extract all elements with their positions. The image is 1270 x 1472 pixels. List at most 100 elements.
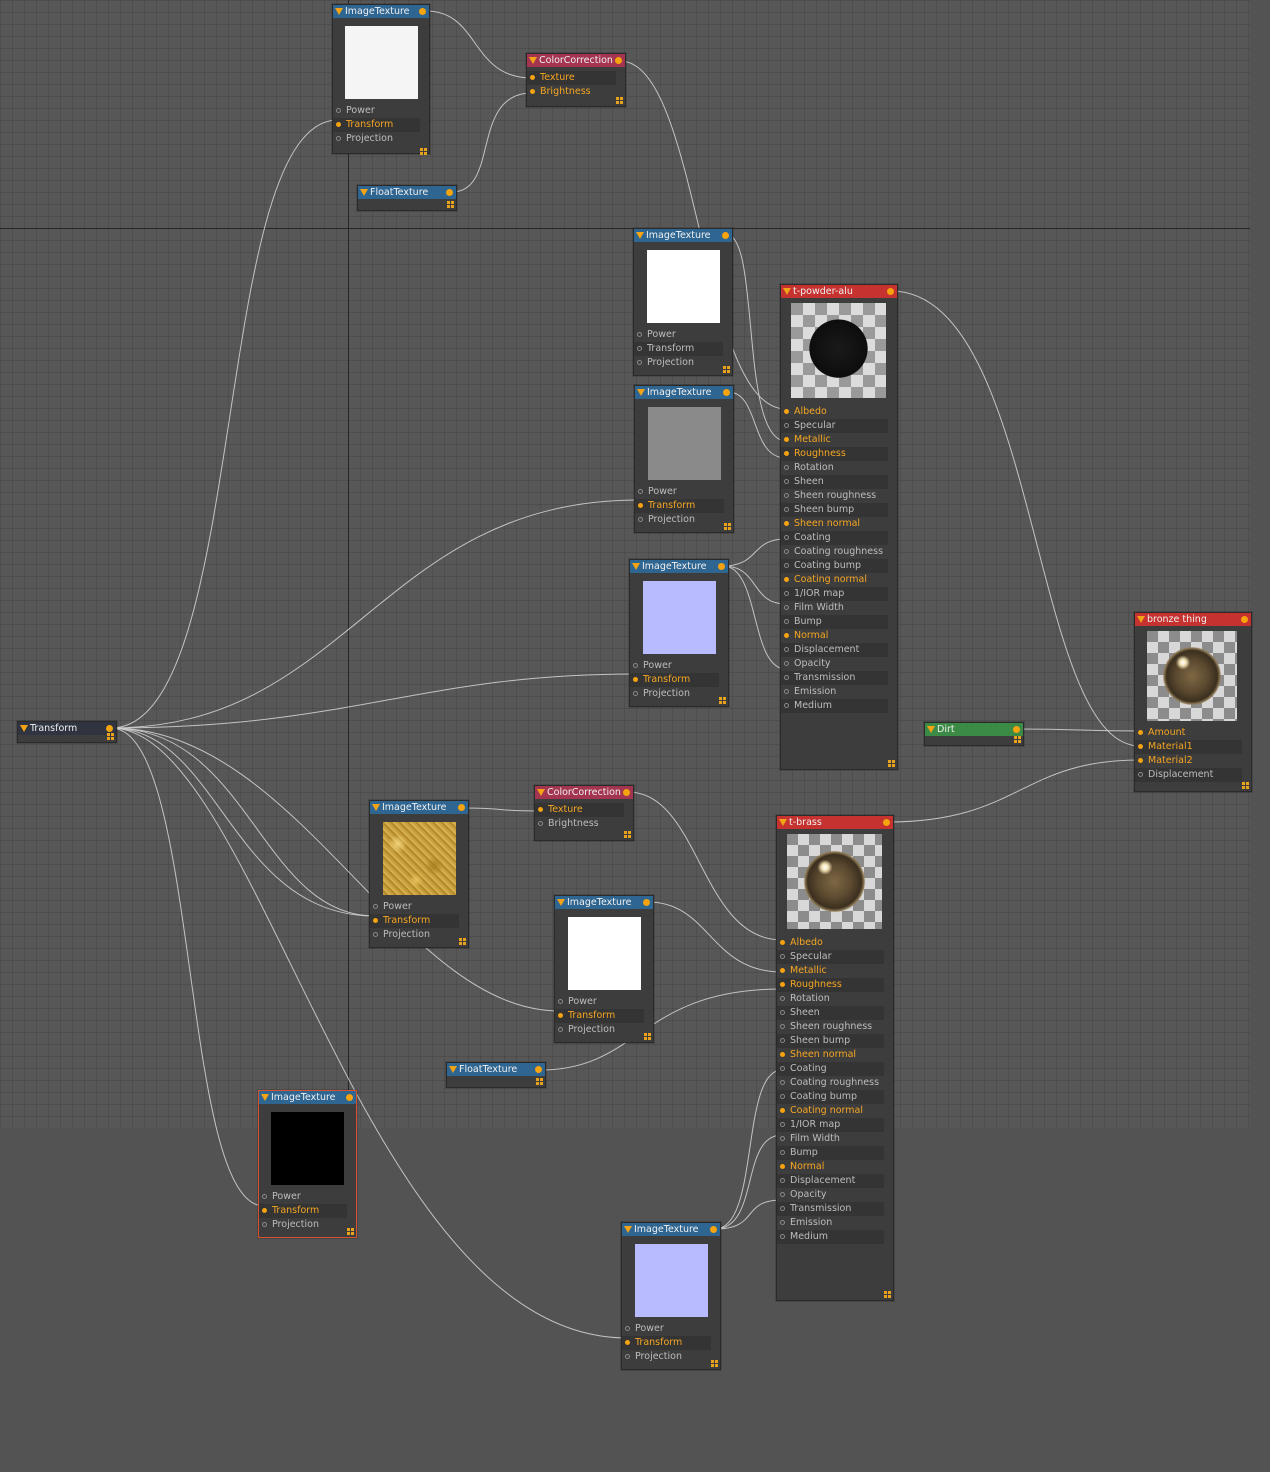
resize-grip-icon[interactable]: [107, 733, 114, 740]
input-pin-icon[interactable]: [784, 577, 789, 582]
input-pin-icon[interactable]: [633, 691, 638, 696]
input-pin-icon[interactable]: [784, 619, 789, 624]
input-displacement[interactable]: Displacement: [777, 1174, 884, 1188]
input-pin-icon[interactable]: [780, 1150, 785, 1155]
input-sheen-roughness[interactable]: Sheen roughness: [777, 1020, 884, 1034]
collapse-triangle-icon[interactable]: [360, 189, 368, 196]
input-pin-icon[interactable]: [780, 1122, 785, 1127]
input-coating-bump[interactable]: Coating bump: [777, 1090, 884, 1104]
input-coating-roughness[interactable]: Coating roughness: [781, 545, 888, 559]
input-pin-icon[interactable]: [373, 932, 378, 937]
input-emission[interactable]: Emission: [781, 685, 888, 699]
input-brightness[interactable]: Brightness: [535, 817, 624, 831]
input-sheen-bump[interactable]: Sheen bump: [781, 503, 888, 517]
input-ior-map[interactable]: 1/IOR map: [781, 587, 888, 601]
collapse-triangle-icon[interactable]: [632, 563, 640, 570]
input-specular[interactable]: Specular: [777, 950, 884, 964]
input-transform[interactable]: Transform: [259, 1204, 347, 1218]
input-pin-icon[interactable]: [625, 1326, 630, 1331]
input-pin-icon[interactable]: [1138, 772, 1143, 777]
collapse-triangle-icon[interactable]: [927, 726, 935, 733]
input-pin-icon[interactable]: [558, 999, 563, 1004]
output-pin[interactable]: [718, 563, 725, 570]
collapse-triangle-icon[interactable]: [261, 1094, 269, 1101]
input-pin-icon[interactable]: [373, 904, 378, 909]
output-pin[interactable]: [535, 1066, 542, 1073]
output-pin[interactable]: [883, 819, 890, 826]
output-pin[interactable]: [615, 57, 622, 64]
input-projection[interactable]: Projection: [635, 513, 724, 527]
input-pin-icon[interactable]: [538, 807, 543, 812]
input-pin-icon[interactable]: [784, 549, 789, 554]
input-transmission[interactable]: Transmission: [777, 1202, 884, 1216]
input-pin-icon[interactable]: [637, 346, 642, 351]
node-color-correction-top[interactable]: ColorCorrection Texture Brightness: [526, 53, 626, 107]
input-ior-map[interactable]: 1/IOR map: [777, 1118, 884, 1132]
node-header[interactable]: ImageTexture: [333, 5, 429, 18]
node-image-texture-normal-lower[interactable]: ImageTexture Power Transform Projection: [621, 1222, 721, 1370]
node-header[interactable]: t-powder-alu: [781, 285, 897, 298]
output-pin[interactable]: [458, 804, 465, 811]
collapse-triangle-icon[interactable]: [624, 1226, 632, 1233]
node-header[interactable]: ImageTexture: [635, 386, 733, 399]
input-pin-icon[interactable]: [336, 136, 341, 141]
collapse-triangle-icon[interactable]: [557, 899, 565, 906]
input-material2[interactable]: Material2: [1135, 754, 1242, 768]
input-displacement[interactable]: Displacement: [1135, 768, 1242, 782]
input-pin-icon[interactable]: [262, 1194, 267, 1199]
resize-grip-icon[interactable]: [447, 201, 454, 208]
input-pin-icon[interactable]: [784, 647, 789, 652]
resize-grip-icon[interactable]: [420, 148, 427, 155]
resize-grip-icon[interactable]: [347, 1228, 354, 1235]
input-texture[interactable]: Texture: [535, 803, 624, 817]
input-pin-icon[interactable]: [784, 563, 789, 568]
input-sheen-normal[interactable]: Sheen normal: [781, 517, 888, 531]
node-image-texture-normal-upper[interactable]: ImageTexture Power Transform Projection: [629, 559, 729, 707]
input-coating-bump[interactable]: Coating bump: [781, 559, 888, 573]
input-pin-icon[interactable]: [784, 521, 789, 526]
input-coating-roughness[interactable]: Coating roughness: [777, 1076, 884, 1090]
input-pin-icon[interactable]: [336, 108, 341, 113]
collapse-triangle-icon[interactable]: [335, 8, 343, 15]
input-pin-icon[interactable]: [780, 1136, 785, 1141]
input-projection[interactable]: Projection: [333, 132, 420, 146]
output-pin[interactable]: [419, 8, 426, 15]
node-image-texture-white[interactable]: ImageTexture Power Transform Projection: [633, 228, 733, 376]
input-projection[interactable]: Projection: [259, 1218, 347, 1232]
input-pin-icon[interactable]: [336, 122, 341, 127]
input-pin-icon[interactable]: [1138, 744, 1143, 749]
node-material-brass[interactable]: t-brass Albedo Specular Metallic Roughne…: [776, 815, 894, 1301]
input-pin-icon[interactable]: [638, 489, 643, 494]
input-projection[interactable]: Projection: [630, 687, 719, 701]
input-pin-icon[interactable]: [784, 479, 789, 484]
input-power[interactable]: Power: [370, 900, 459, 914]
input-film-width[interactable]: Film Width: [777, 1132, 884, 1146]
input-projection[interactable]: Projection: [555, 1023, 644, 1037]
input-emission[interactable]: Emission: [777, 1216, 884, 1230]
input-film-width[interactable]: Film Width: [781, 601, 888, 615]
input-pin-icon[interactable]: [780, 1024, 785, 1029]
resize-grip-icon[interactable]: [1014, 736, 1021, 743]
input-pin-icon[interactable]: [1138, 730, 1143, 735]
input-pin-icon[interactable]: [784, 507, 789, 512]
node-image-texture-sand[interactable]: ImageTexture Power Transform Projection: [369, 800, 469, 948]
node-header[interactable]: Dirt: [925, 723, 1023, 736]
collapse-triangle-icon[interactable]: [372, 804, 380, 811]
input-roughness[interactable]: Roughness: [781, 447, 888, 461]
input-pin-icon[interactable]: [780, 1220, 785, 1225]
input-pin-icon[interactable]: [262, 1222, 267, 1227]
input-pin-icon[interactable]: [784, 661, 789, 666]
input-pin-icon[interactable]: [1138, 758, 1143, 763]
input-pin-icon[interactable]: [780, 940, 785, 945]
input-texture[interactable]: Texture: [527, 71, 616, 85]
resize-grip-icon[interactable]: [616, 97, 623, 104]
output-pin[interactable]: [1013, 726, 1020, 733]
input-coating-normal[interactable]: Coating normal: [777, 1104, 884, 1118]
input-transform[interactable]: Transform: [555, 1009, 644, 1023]
input-pin-icon[interactable]: [780, 982, 785, 987]
resize-grip-icon[interactable]: [1242, 782, 1249, 789]
input-transform[interactable]: Transform: [634, 342, 723, 356]
input-pin-icon[interactable]: [780, 1192, 785, 1197]
input-pin-icon[interactable]: [558, 1013, 563, 1018]
resize-grip-icon[interactable]: [711, 1360, 718, 1367]
